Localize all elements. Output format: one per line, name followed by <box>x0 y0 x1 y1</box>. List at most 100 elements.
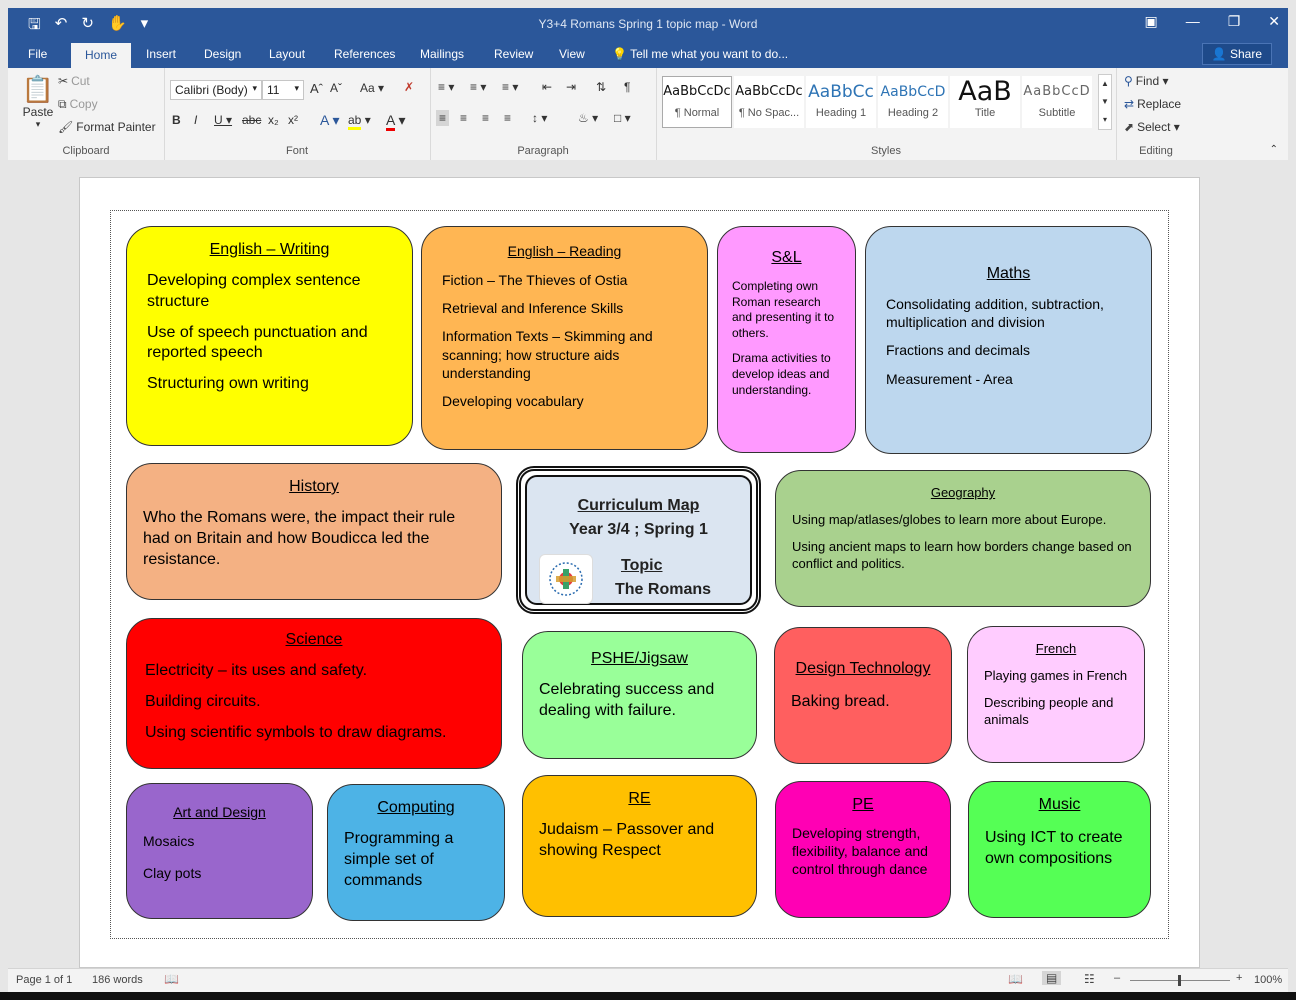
numbering-icon[interactable]: ≡ ▾ <box>470 80 486 94</box>
styles-label: Styles <box>871 145 901 157</box>
brush-icon: 🖌 <box>58 120 74 134</box>
tab-mailings[interactable]: Mailings <box>420 47 464 61</box>
box-title: Science <box>285 631 343 648</box>
print-layout-icon[interactable]: ▤ <box>1042 971 1062 985</box>
status-bar: Page 1 of 1 186 words 📖 📖 ▤ ☷ – + 100% <box>8 968 1288 993</box>
box-line: Developing strength, flexibility, balanc… <box>792 825 928 878</box>
format-painter-button[interactable]: 🖌 Format Painter <box>58 120 156 134</box>
style-title[interactable]: AaB Title <box>950 76 1020 128</box>
select-button[interactable]: ⬈ Select ▾ <box>1124 120 1180 134</box>
replace-button[interactable]: ⇄ Replace <box>1124 97 1181 111</box>
paste-label: Paste <box>22 105 54 119</box>
tab-view[interactable]: View <box>559 47 585 61</box>
style-normal[interactable]: AaBbCcDc ¶ Normal <box>662 76 732 128</box>
tab-home[interactable]: Home <box>71 43 132 68</box>
tab-file[interactable]: File <box>28 47 47 61</box>
clipboard-group: 📋 Paste ▾ ✂ Cut ⧉ Copy 🖌 Format Painter Cli… <box>8 68 165 160</box>
justify-icon[interactable]: ≡ <box>504 111 511 125</box>
font-size-value: 11 <box>267 83 280 97</box>
grow-font-button[interactable]: Aˆ <box>310 81 323 96</box>
box-line: Completing own Roman research and presen… <box>732 279 835 340</box>
style-name: ¶ Normal <box>674 107 720 119</box>
highlight-icon[interactable]: ab ▾ <box>348 113 371 130</box>
style-heading-1[interactable]: AaBbCc Heading 1 <box>806 76 876 128</box>
decrease-indent-icon[interactable]: ⇤ <box>542 80 552 94</box>
chevron-down-icon: ▾ <box>294 83 299 93</box>
tab-insert[interactable]: Insert <box>146 47 176 61</box>
align-center-icon[interactable]: ≡ <box>460 111 467 125</box>
cut-label: Cut <box>71 74 90 88</box>
box-art-design: Art and Design Mosaics Clay pots <box>126 783 313 919</box>
web-layout-icon[interactable]: ☷ <box>1084 972 1095 986</box>
copy-button[interactable]: ⧉ Copy <box>58 97 98 112</box>
restore-icon[interactable]: ❐ <box>1228 13 1241 30</box>
scissors-icon: ✂ <box>58 74 69 88</box>
box-line: Fractions and decimals <box>886 342 1030 359</box>
minimize-icon[interactable]: — <box>1186 13 1200 30</box>
collapse-ribbon-icon[interactable]: ⌃ <box>1270 144 1278 155</box>
box-design-technology: Design Technology Baking bread. <box>774 627 952 764</box>
cut-button[interactable]: ✂ Cut <box>58 74 90 88</box>
style-no-spacing[interactable]: AaBbCcDc ¶ No Spac... <box>734 76 804 128</box>
zoom-slider[interactable] <box>1130 975 1230 986</box>
subscript-button[interactable]: x₂ <box>268 113 279 127</box>
borders-icon[interactable]: □ ▾ <box>614 111 631 125</box>
word-count[interactable]: 186 words <box>92 974 143 986</box>
change-case-button[interactable]: Aa ▾ <box>360 81 384 95</box>
read-mode-icon[interactable]: 📖 <box>1008 972 1023 986</box>
close-icon[interactable]: ✕ <box>1268 13 1280 30</box>
pilcrow-icon[interactable]: ¶ <box>624 80 630 94</box>
increase-indent-icon[interactable]: ⇥ <box>566 80 576 94</box>
centre-topic: The Romans <box>615 581 712 598</box>
strikethrough-button[interactable]: abc <box>242 113 261 127</box>
tab-references[interactable]: References <box>334 47 395 61</box>
align-left-icon[interactable]: ≡ <box>436 110 450 126</box>
font-name-combo[interactable]: Calibri (Body) ▾ <box>170 80 262 100</box>
box-line: Programming a simple set of commands <box>344 830 454 889</box>
align-right-icon[interactable]: ≡ <box>482 111 489 125</box>
clear-formatting-icon[interactable]: ✗ <box>404 80 414 94</box>
ribbon: 📋 Paste ▾ ✂ Cut ⧉ Copy 🖌 Format Painter Cli… <box>8 68 1288 161</box>
tell-me-box[interactable]: 💡 Tell me what you want to do... <box>612 47 788 61</box>
text-effects-icon[interactable]: A ▾ <box>320 112 339 129</box>
bold-button[interactable]: B <box>172 113 181 127</box>
zoom-slider-thumb[interactable] <box>1178 975 1181 986</box>
copy-label: Copy <box>69 97 98 111</box>
box-speaking-listening: S&L Completing own Roman research and pr… <box>717 226 856 453</box>
zoom-level[interactable]: 100% <box>1254 974 1282 986</box>
page-count[interactable]: Page 1 of 1 <box>16 974 72 986</box>
proofing-icon[interactable]: 📖 <box>164 972 179 986</box>
font-color-icon[interactable]: A ▾ <box>386 112 406 131</box>
box-line: Electricity – its uses and safety. <box>145 662 368 679</box>
tab-design[interactable]: Design <box>204 47 241 61</box>
shrink-font-button[interactable]: Aˇ <box>330 81 342 95</box>
box-geography: Geography Using map/atlases/globes to le… <box>775 470 1151 607</box>
ribbon-display-icon[interactable]: ▣ <box>1144 13 1157 30</box>
share-button[interactable]: 👤 Share <box>1201 43 1272 65</box>
curriculum-map-centre: Curriculum Map Year 3/4 ; Spring 1 Topic… <box>516 466 761 614</box>
style-heading-2[interactable]: AaBbCcD Heading 2 <box>878 76 948 128</box>
underline-button[interactable]: U ▾ <box>214 113 232 127</box>
tab-layout[interactable]: Layout <box>269 47 305 61</box>
font-size-combo[interactable]: 11 ▾ <box>262 80 304 100</box>
line-spacing-icon[interactable]: ↕ ▾ <box>532 111 547 125</box>
multilevel-list-icon[interactable]: ≡ ▾ <box>502 80 518 94</box>
italic-button[interactable]: I <box>194 113 197 127</box>
tab-review[interactable]: Review <box>494 47 533 61</box>
zoom-out-icon[interactable]: – <box>1114 972 1120 984</box>
find-button[interactable]: ⚲ Find ▾ <box>1124 74 1169 88</box>
paste-button[interactable]: 📋 Paste ▾ <box>18 74 58 130</box>
box-line: Developing vocabulary <box>442 392 584 409</box>
style-subtitle[interactable]: AaBbCcD Subtitle <box>1022 76 1092 128</box>
box-title: S&L <box>771 249 802 266</box>
shading-icon[interactable]: ♨ ▾ <box>578 111 598 125</box>
superscript-button[interactable]: x² <box>288 113 298 127</box>
search-icon: ⚲ <box>1124 74 1133 88</box>
paragraph-label: Paragraph <box>517 145 569 157</box>
cursor-icon: ⬈ <box>1124 120 1135 134</box>
share-label: Share <box>1229 47 1262 61</box>
sort-icon[interactable]: ⇅ <box>596 80 606 94</box>
bullets-icon[interactable]: ≡ ▾ <box>438 80 454 94</box>
zoom-in-icon[interactable]: + <box>1236 972 1242 984</box>
styles-scroll[interactable]: ▲ ▼ ▾ <box>1098 74 1112 130</box>
